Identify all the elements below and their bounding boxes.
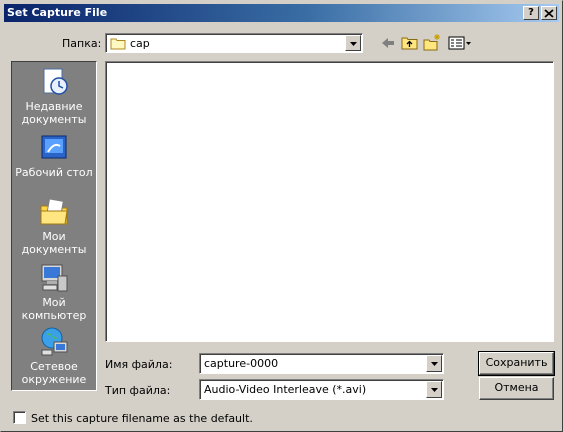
places-label-my-computer: Мой компьютер — [21, 296, 87, 322]
network-icon — [41, 327, 68, 356]
close-icon — [544, 9, 554, 18]
new-folder-icon[interactable] — [422, 33, 442, 53]
default-filename-label: Set this capture filename as the default… — [31, 412, 253, 425]
back-arrow-icon[interactable] — [378, 33, 398, 53]
desktop-icon — [41, 135, 67, 159]
places-item-desktop[interactable]: Рабочий стол — [12, 132, 96, 179]
places-label-my-documents: Мои документы — [21, 230, 87, 256]
title-bar[interactable]: Set Capture File ? — [4, 4, 559, 22]
filetype-value: Audio-Video Interleave (*.avi) — [204, 383, 367, 396]
window-title: Set Capture File — [7, 6, 108, 19]
chevron-down-icon — [349, 42, 357, 46]
filetype-label: Тип файла: — [105, 384, 171, 397]
places-item-recent[interactable]: Недавние документы — [12, 66, 96, 126]
filename-value: capture-0000 — [204, 357, 279, 370]
filename-label: Имя файла: — [105, 358, 173, 371]
lookin-label: Папка: — [62, 37, 102, 50]
my-computer-icon — [41, 264, 68, 292]
places-label-desktop: Рабочий стол — [15, 166, 93, 179]
file-list[interactable] — [105, 61, 554, 342]
my-documents-icon — [40, 198, 68, 225]
filetype-dropdown-button[interactable] — [426, 381, 442, 398]
help-button[interactable]: ? — [523, 6, 539, 20]
lookin-value: cap — [130, 37, 150, 50]
up-folder-icon[interactable] — [400, 33, 420, 53]
chevron-down-icon — [430, 388, 438, 392]
cancel-button[interactable]: Отмена — [479, 377, 554, 400]
recent-documents-icon — [43, 68, 68, 95]
chevron-down-icon — [430, 362, 438, 366]
filename-input[interactable]: capture-0000 — [199, 353, 444, 374]
places-item-my-computer[interactable]: Мой компьютер — [12, 262, 96, 322]
lookin-dropdown-button[interactable] — [345, 35, 361, 51]
save-button[interactable]: Сохранить — [478, 351, 555, 376]
save-dialog-window: Set Capture File ? Папка: cap Недавние д… — [0, 0, 563, 432]
filetype-select[interactable]: Audio-Video Interleave (*.avi) — [199, 379, 444, 400]
filename-dropdown-button[interactable] — [426, 355, 442, 372]
folder-icon — [110, 38, 126, 50]
views-menu-icon[interactable] — [447, 33, 473, 53]
places-label-network: Сетевое окружение — [21, 360, 87, 386]
places-item-network[interactable]: Сетевое окружение — [12, 326, 96, 386]
places-bar: Недавние документы Рабочий стол Мои доку… — [11, 61, 97, 391]
default-filename-checkbox[interactable] — [13, 411, 26, 424]
lookin-combo[interactable]: cap — [105, 33, 363, 53]
close-button[interactable] — [541, 6, 557, 20]
places-item-my-documents[interactable]: Мои документы — [12, 196, 96, 256]
places-label-recent: Недавние документы — [21, 100, 87, 126]
